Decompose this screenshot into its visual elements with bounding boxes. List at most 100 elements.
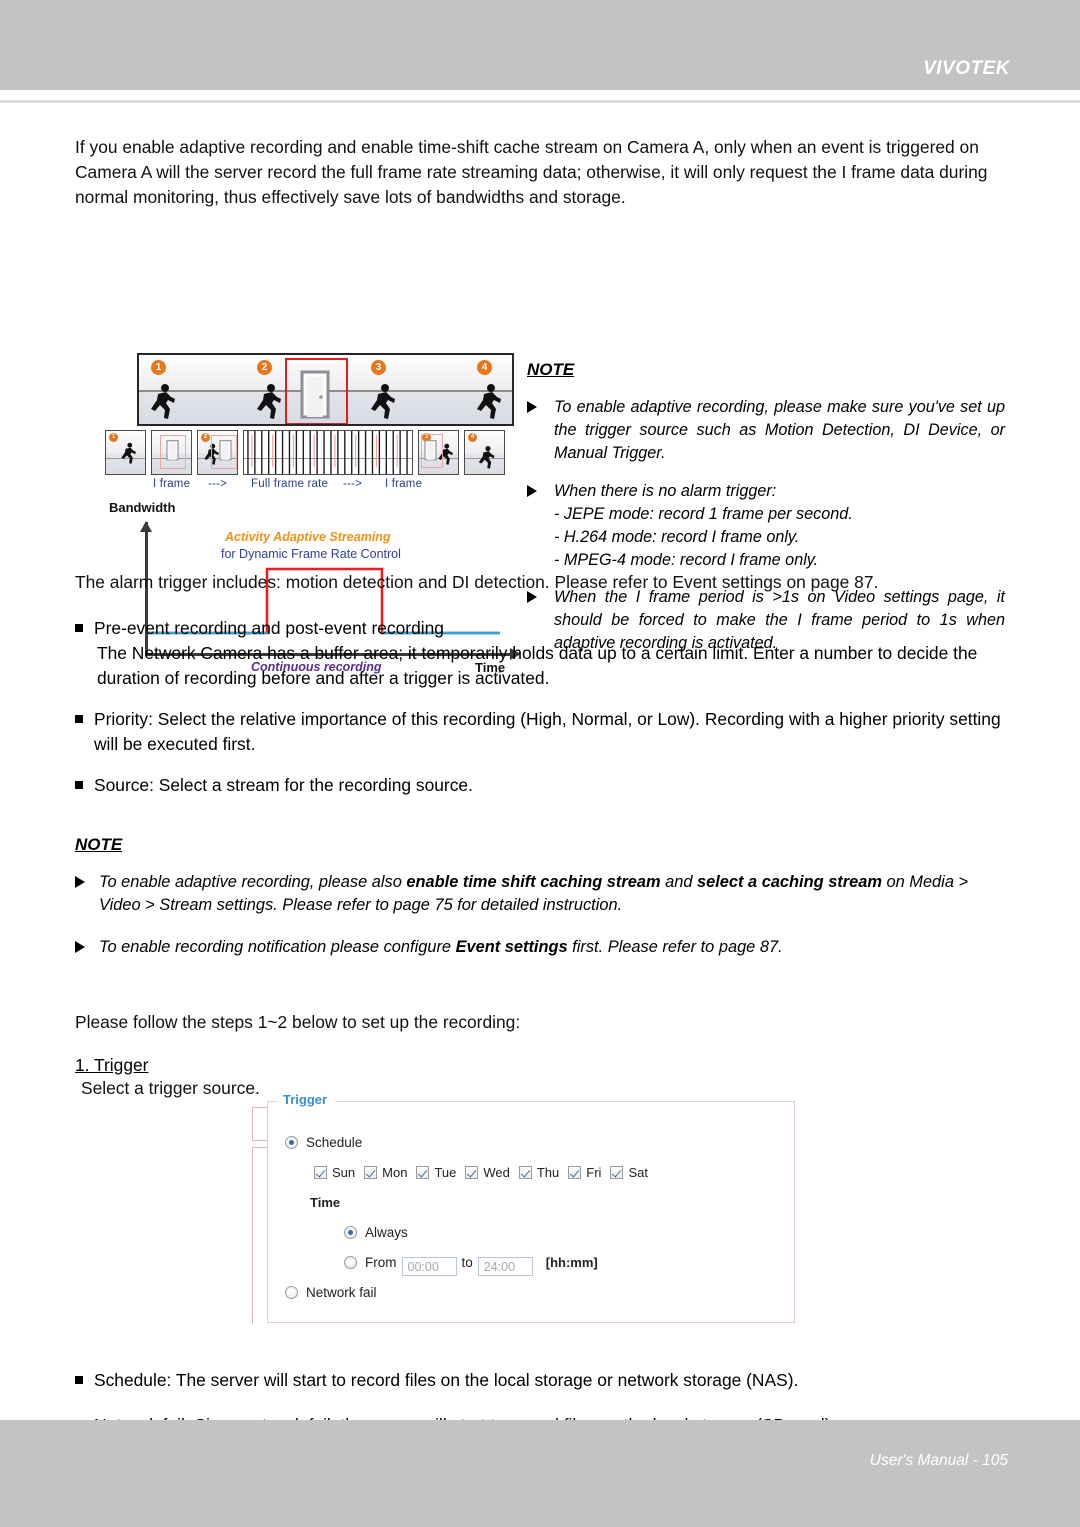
bullet-source: Source: Select a stream for the recordin…: [75, 773, 1005, 798]
thumb-roi-2: [160, 435, 186, 469]
bullet-priority: Priority: Select the relative importance…: [75, 707, 1005, 757]
header-divider: [0, 100, 1080, 103]
radio-network-fail[interactable]: [285, 1286, 298, 1299]
chart-y-axis-label: Bandwidth: [109, 500, 176, 515]
alarm-trigger-text: The alarm trigger includes: motion detec…: [75, 572, 879, 592]
radio-row-network-fail[interactable]: Network fail: [285, 1285, 377, 1300]
bullet-item: Priority: Select the relative importance…: [75, 707, 1005, 757]
note1-mode-2: - H.264 mode: record I frame only.: [554, 528, 800, 546]
label-arrow-left: --->: [208, 478, 228, 490]
checkbox-thu[interactable]: [518, 1166, 532, 1179]
weekday-checkbox-row[interactable]: Sun Mon Tue Wed Thu Fri Sat: [314, 1165, 648, 1180]
to-time-input[interactable]: 24:00: [477, 1257, 533, 1276]
detection-roi-box: [285, 358, 348, 424]
note1-heading: NOTE: [527, 360, 575, 379]
bullet-pre-post-event: Pre-event recording and post-event recor…: [75, 616, 1005, 691]
label-fri: Fri: [586, 1165, 602, 1180]
step1-title: 1. Trigger: [75, 1055, 149, 1075]
label-tue: Tue: [434, 1165, 457, 1180]
triangle-bullet-icon: [75, 876, 85, 888]
square-bullet-icon: [75, 1376, 83, 1384]
triangle-bullet-icon: [75, 941, 85, 953]
bullet-title: Priority: Select the relative importance…: [94, 709, 1001, 754]
scene-strip: 1 2 3 4: [137, 353, 514, 426]
thumb-badge-1: 1: [109, 433, 118, 442]
checkbox-mon[interactable]: [364, 1166, 378, 1179]
bullet-item: Pre-event recording and post-event recor…: [75, 616, 1005, 691]
label-sun: Sun: [332, 1165, 356, 1180]
thumb-frame-2: [151, 430, 192, 475]
note2-item-2-bold1: Event settings: [455, 938, 568, 956]
bullet-detail: The Network Camera has a buffer area; it…: [97, 643, 978, 688]
footer-page-label: User's Manual - 105: [869, 1452, 1008, 1469]
thumb-frame-5: 4: [464, 430, 505, 475]
thumb-runner-icon-1: [121, 442, 136, 464]
note2-item-1: To enable adaptive recording, please als…: [75, 871, 1005, 917]
checkbox-fri[interactable]: [568, 1166, 582, 1179]
page-header-band: [0, 0, 1080, 90]
note-block-1: NOTE To enable adaptive recording, pleas…: [527, 360, 1005, 655]
time-section-label: Time: [310, 1195, 341, 1210]
thumb-badge-4: 4: [468, 433, 477, 442]
fieldset-border-top-left: [267, 1101, 277, 1102]
label-arrow-right: --->: [343, 478, 363, 490]
note2-item-1-part2: and: [660, 873, 697, 891]
trigger-fieldset-legend: Trigger: [280, 1092, 331, 1107]
thumb-frame-4: 3: [418, 430, 459, 475]
steps-lead-text: Please follow the steps 1~2 below to set…: [75, 1012, 521, 1032]
chart-annotation-orange: Activity Adaptive Streaming: [225, 530, 391, 544]
trigger-settings-panel: Trigger Schedule Sun Mon Tue Wed Thu Fri Sat T…: [197, 1092, 795, 1325]
radio-network-fail-label: Network fail: [306, 1285, 377, 1300]
radio-schedule[interactable]: [285, 1136, 298, 1149]
note2-item-1-bold1: enable time shift caching stream: [406, 873, 661, 891]
square-bullet-icon: [75, 781, 83, 789]
vivotek-logo: VIVOTEK: [923, 58, 1010, 79]
scene-badge-3: 3: [371, 360, 386, 375]
bullet-schedule: Schedule: The server will start to recor…: [75, 1368, 1005, 1393]
note2-item-2: To enable recording notification please …: [75, 936, 1005, 959]
radio-row-always[interactable]: Always: [344, 1225, 408, 1240]
intro-paragraph: If you enable adaptive recording and ena…: [75, 137, 988, 207]
chart-annotation-blue: for Dynamic Frame Rate Control: [221, 547, 401, 561]
triangle-bullet-icon: [527, 485, 537, 497]
note2-item-1-part1: To enable adaptive recording, please als…: [99, 873, 407, 891]
runner-icon-3: [371, 384, 395, 419]
label-thu: Thu: [536, 1165, 560, 1180]
scene-badge-4: 4: [477, 360, 492, 375]
page-footer-band: User's Manual - 105: [0, 1420, 1080, 1527]
checkbox-wed[interactable]: [465, 1166, 479, 1179]
label-i-frame-left: I frame: [153, 478, 191, 490]
left-bracket-upper: [252, 1107, 267, 1141]
label-i-frame-right: I frame: [385, 478, 423, 490]
note1-item-2-text: When there is no alarm trigger:: [554, 482, 777, 500]
bullet-item: Schedule: The server will start to recor…: [75, 1368, 1005, 1393]
radio-row-schedule[interactable]: Schedule: [285, 1135, 362, 1150]
thumb-runner-icon-5: [478, 445, 495, 469]
triangle-bullet-icon: [527, 401, 537, 413]
frame-bars-icon: [247, 431, 408, 474]
thumb-frame-1: 1: [105, 430, 146, 475]
radio-from-label: From: [365, 1255, 397, 1270]
page-content: If you enable adaptive recording and ena…: [75, 135, 1005, 1435]
radio-row-from[interactable]: From 00:00 to 24:00 [hh:mm]: [344, 1255, 598, 1276]
bullet-title: Pre-event recording and post-event recor…: [94, 618, 444, 638]
note-block-2: NOTE To enable adaptive recording, pleas…: [75, 835, 1005, 959]
checkbox-sat[interactable]: [610, 1166, 624, 1179]
note2-item-1-bold2: select a caching stream: [697, 873, 882, 891]
note1-item-1-text: To enable adaptive recording, please mak…: [554, 398, 1005, 462]
checkbox-tue[interactable]: [416, 1166, 430, 1179]
checkbox-sun[interactable]: [314, 1166, 327, 1179]
radio-from[interactable]: [344, 1256, 357, 1269]
runner-icon-1: [151, 384, 175, 419]
note1-mode-3: - MPEG-4 mode: record I frame only.: [554, 551, 819, 569]
label-mon: Mon: [382, 1165, 408, 1180]
radio-always[interactable]: [344, 1226, 357, 1239]
thumb-badge-2: 2: [201, 433, 210, 442]
thumb-roi-4: [421, 434, 443, 468]
from-time-input[interactable]: 00:00: [401, 1257, 457, 1276]
frame-thumbnail-strip: 1 2 3 4: [103, 430, 523, 477]
square-bullet-icon: [75, 624, 83, 632]
thumb-roi-3: [211, 435, 237, 469]
note1-item-2: When there is no alarm trigger: - JEPE m…: [527, 480, 1005, 572]
radio-schedule-label: Schedule: [306, 1135, 363, 1150]
